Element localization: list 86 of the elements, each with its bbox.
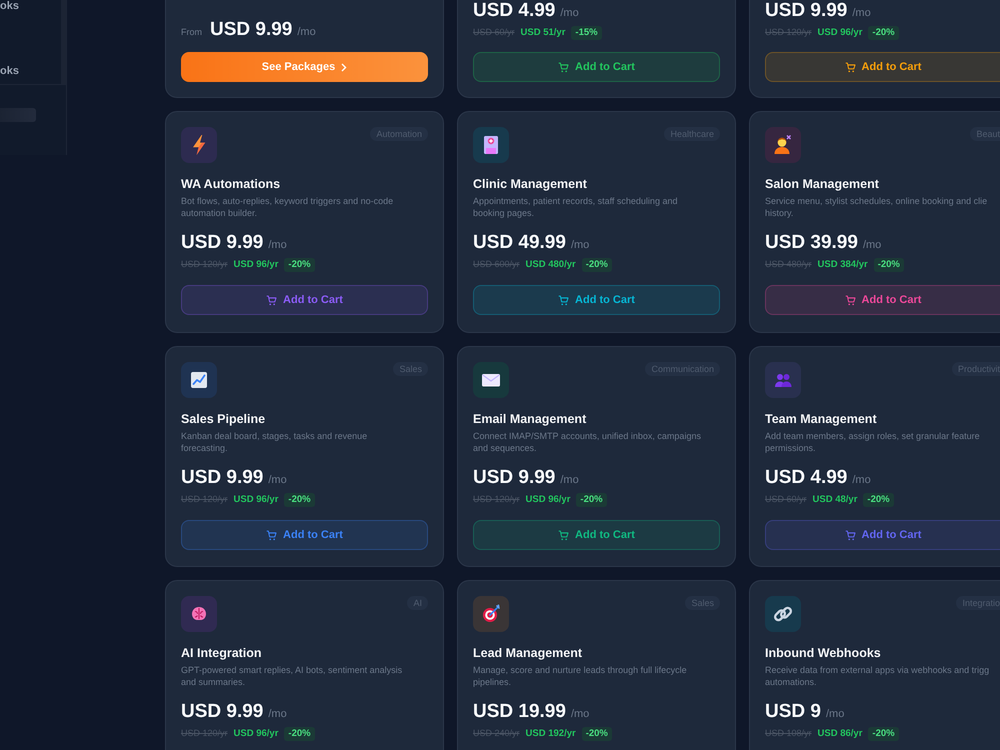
discount-tag: -20% <box>868 727 899 741</box>
product-description: Add team members, assign roles, set granular feature permissions. <box>765 430 981 454</box>
price-period: /mo <box>852 473 871 488</box>
product-title: Clinic Management <box>473 176 587 192</box>
chevron-right-icon <box>341 62 348 72</box>
product-title: AI Integration <box>181 645 262 661</box>
discount-tag: -20% <box>582 258 612 272</box>
price-amount: USD 9.99 <box>181 232 264 254</box>
product-title: Team Management <box>765 411 877 427</box>
product-title: Sales Pipeline <box>181 411 266 427</box>
line-chart-icon <box>181 362 217 398</box>
price-period: /mo <box>268 707 287 722</box>
discount-tag: -20% <box>284 727 315 741</box>
add-to-cart-button[interactable]: Add to Cart <box>765 520 1000 550</box>
price-period: /mo <box>268 473 287 488</box>
product-description: Manage, score and nurture leads through full lifecycle pipelines. <box>473 664 688 688</box>
price-amount: USD 9.99 <box>473 467 556 489</box>
yearly-price: USD 384/yr <box>818 258 868 272</box>
price-period: /mo <box>570 707 590 722</box>
add-to-cart-button[interactable]: Add to Cart <box>473 285 720 315</box>
price-period: /mo <box>268 238 287 253</box>
price-amount: USD 19.99 <box>473 701 566 723</box>
discount-tag: -20% <box>284 258 315 272</box>
discount-tag: -20% <box>874 258 904 272</box>
price-prefix: From <box>181 26 202 39</box>
price-period: /mo <box>297 25 316 40</box>
price-amount: USD 49.99 <box>473 232 566 254</box>
product-title: Salon Management <box>765 176 879 192</box>
price-amount: USD 9.99 <box>181 701 264 723</box>
person-icon <box>765 127 801 163</box>
product-description: Appointments, patient records, staff scheduling and booking pages. <box>473 195 678 219</box>
add-to-cart-button[interactable]: Add to Cart <box>765 285 1000 315</box>
yearly-price: USD 96/yr <box>234 258 278 272</box>
sidebar-item[interactable]: oks <box>0 0 19 12</box>
discount-tag: -15% <box>571 26 602 40</box>
add-to-cart-button[interactable]: Add to Cart <box>181 520 428 550</box>
discount-tag: -20% <box>868 26 899 40</box>
add-to-cart-button[interactable]: Add to Cart <box>181 285 428 315</box>
product-description: Receive data from external apps via webhooks and trigg automations. <box>765 664 990 688</box>
product-description: Connect IMAP/SMTP accounts, unified inbox, campaigns and sequences. <box>473 430 702 454</box>
price-period: /mo <box>570 238 590 253</box>
price-period: /mo <box>862 238 882 253</box>
yearly-price: USD 96/yr <box>526 492 570 507</box>
price-amount: USD 9.99 <box>181 467 264 489</box>
yearly-price: USD 96/yr <box>234 492 278 507</box>
price-amount: USD 9 <box>765 701 821 723</box>
price-period: /mo <box>852 6 871 21</box>
yearly-price: USD 96/yr <box>234 726 278 741</box>
price-amount: USD 9.99 <box>765 0 848 22</box>
discount-tag: -20% <box>576 493 607 507</box>
product-title: Lead Management <box>473 645 582 661</box>
yearly-price: USD 86/yr <box>818 726 862 741</box>
discount-tag: -20% <box>582 727 612 741</box>
product-description: GPT-powered smart replies, AI bots, sentiment analysis and summaries. <box>181 664 404 688</box>
discount-tag: -20% <box>863 493 894 507</box>
product-description: Service menu, stylist schedules, online booking and clie history. <box>765 195 988 219</box>
price-amount: USD 39.99 <box>765 232 858 254</box>
price-period: /mo <box>560 6 579 21</box>
target-icon <box>473 596 509 632</box>
product-title: Inbound Webhooks <box>765 645 881 661</box>
sidebar-item[interactable]: oks <box>0 65 19 77</box>
brain-icon <box>181 596 217 632</box>
add-to-cart-button[interactable]: Add to Cart <box>473 52 720 82</box>
people-icon <box>765 362 801 398</box>
add-to-cart-button[interactable]: Add to Cart <box>473 520 720 550</box>
envelope-icon <box>473 362 509 398</box>
price-period: /mo <box>560 473 579 488</box>
yearly-price: USD 480/yr <box>526 258 576 272</box>
price-amount: USD 4.99 <box>765 467 848 489</box>
product-title: WA Automations <box>181 176 280 192</box>
discount-tag: -20% <box>284 493 315 507</box>
product-description: Kanban deal board, stages, tasks and revenue forecasting. <box>181 430 368 454</box>
price-amount: USD 4.99 <box>473 0 556 22</box>
yearly-price: USD 48/yr <box>812 492 858 507</box>
see-packages-button[interactable]: See Packages <box>181 52 428 82</box>
hospital-icon <box>473 127 509 163</box>
product-title: Email Management <box>473 411 586 427</box>
add-to-cart-button[interactable]: Add to Cart <box>765 52 1000 82</box>
yearly-price: USD 51/yr <box>520 26 566 40</box>
lightning-icon <box>181 127 217 163</box>
yearly-price: USD 192/yr <box>526 726 576 741</box>
yearly-price: USD 96/yr <box>818 26 862 40</box>
product-description: Bot flows, auto-replies, keyword triggers and no-code automation builder. <box>181 195 394 219</box>
price-amount: USD 9.99 <box>210 19 292 41</box>
link-icon <box>765 596 801 632</box>
price-period: /mo <box>826 707 844 722</box>
